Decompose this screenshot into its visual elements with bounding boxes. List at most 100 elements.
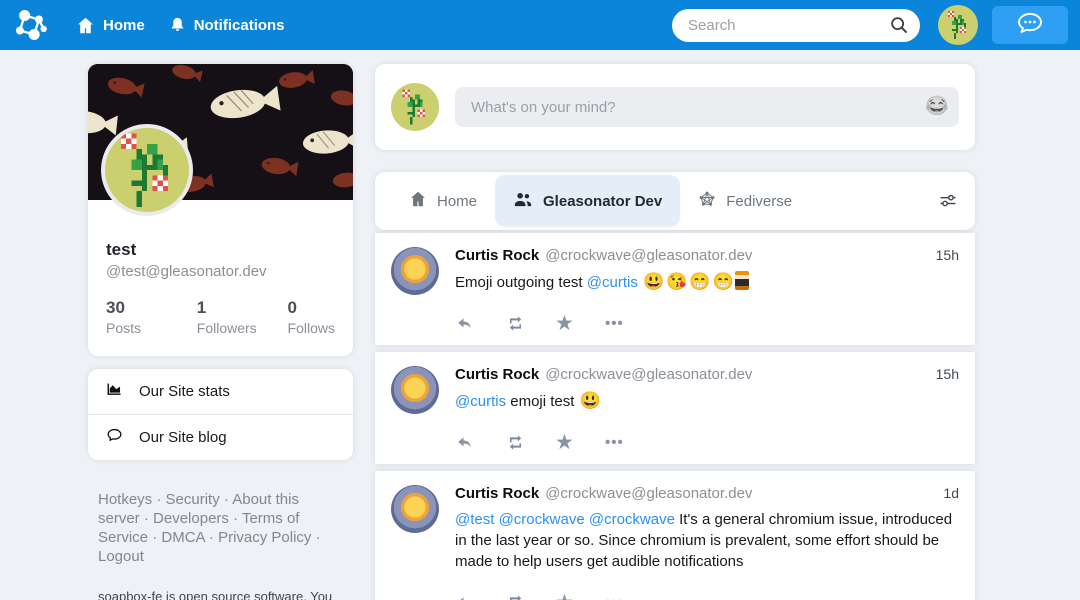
post-text: emoji test	[506, 393, 579, 410]
sidebar-item-label: Our Site stats	[139, 383, 230, 400]
footer-link[interactable]: Logout	[98, 548, 144, 565]
sidebar-item-label: Our Site blog	[139, 429, 227, 446]
nav-notifications[interactable]: Notifications	[169, 16, 285, 34]
star-icon[interactable]: ★	[555, 594, 605, 600]
stat-follows[interactable]: 0 Follows	[288, 298, 335, 336]
post[interactable]: Curtis Rock @crockwave@gleasonator.dev 1…	[375, 352, 975, 464]
mention-link[interactable]: @curtis	[455, 393, 506, 410]
chat-button[interactable]	[992, 6, 1068, 44]
post-author-handle[interactable]: @crockwave@gleasonator.dev	[545, 247, 921, 264]
post-author[interactable]: Curtis Rock	[455, 485, 539, 502]
post-actions: ★ •••	[455, 433, 959, 452]
profile-card[interactable]: test @test@gleasonator.dev 30 Posts 1 Fo…	[88, 64, 353, 356]
reply-icon[interactable]	[455, 315, 505, 333]
timeline: Curtis Rock @crockwave@gleasonator.dev 1…	[375, 233, 975, 600]
tab-fediverse[interactable]: Fediverse	[680, 175, 810, 227]
star-icon[interactable]: ★	[555, 434, 605, 452]
tab-label: Gleasonator Dev	[543, 193, 662, 210]
post-content: @test @crockwave @crockwave It's a gener…	[455, 509, 959, 572]
post-content: Emoji outgoing test @curtis 😃😘😁😁	[455, 271, 959, 293]
site-blog-icon	[105, 426, 124, 449]
tab-home[interactable]: Home	[391, 176, 495, 226]
emoji: 😃	[643, 272, 664, 291]
post-timestamp[interactable]: 15h	[936, 247, 959, 263]
compose-avatar[interactable]	[391, 83, 439, 131]
emoji: 😁	[689, 272, 710, 291]
emoji-picker-button[interactable]: 😂	[925, 95, 949, 119]
fediverse-icon	[698, 190, 716, 212]
post-author-handle[interactable]: @crockwave@gleasonator.dev	[545, 485, 929, 502]
mention-link[interactable]: @crockwave	[589, 511, 675, 528]
search-input[interactable]	[672, 9, 920, 42]
post-actions: ★ •••	[455, 593, 959, 600]
main-column: 😂 Home Gleasonator Dev	[375, 64, 975, 600]
emoji: 😁	[713, 272, 734, 291]
nav-home-label: Home	[103, 17, 145, 34]
compose-input[interactable]	[455, 87, 959, 127]
opensource-note: soapbox-fe is open source software. You …	[88, 586, 344, 600]
sidebar: test @test@gleasonator.dev 30 Posts 1 Fo…	[88, 64, 353, 600]
reply-icon[interactable]	[455, 594, 505, 600]
timeline-settings-icon[interactable]	[937, 191, 959, 211]
ellipsis-icon[interactable]: •••	[605, 438, 655, 448]
search	[672, 9, 920, 42]
profile-handle: @test@gleasonator.dev	[106, 263, 335, 280]
profile-avatar[interactable]	[101, 124, 193, 216]
home-icon	[76, 17, 95, 34]
tab-gleasonator-dev[interactable]: Gleasonator Dev	[495, 175, 680, 227]
post-text	[638, 274, 642, 291]
footer-link[interactable]: Security	[166, 491, 220, 508]
post[interactable]: Curtis Rock @crockwave@gleasonator.dev 1…	[375, 233, 975, 345]
user-avatar[interactable]	[938, 5, 978, 45]
tab-label: Fediverse	[726, 193, 792, 210]
post-author[interactable]: Curtis Rock	[455, 247, 539, 264]
bell-icon	[169, 16, 186, 34]
post-actions: ★ •••	[455, 314, 959, 333]
stat-posts[interactable]: 30 Posts	[106, 298, 197, 336]
mention-link[interactable]: @curtis	[587, 274, 638, 291]
search-icon[interactable]	[888, 14, 910, 41]
post-text: Emoji outgoing test	[455, 274, 587, 291]
mention-link[interactable]: @crockwave	[499, 511, 585, 528]
sidebar-item-site-stats[interactable]: Our Site stats	[88, 369, 353, 414]
post-content: @curtis emoji test 😃	[455, 390, 959, 412]
site-stats-icon	[105, 380, 124, 403]
emoji: 😃	[580, 391, 601, 410]
star-icon[interactable]: ★	[555, 315, 605, 333]
footer-link[interactable]: DMCA	[161, 529, 204, 546]
sidebar-menu: Our Site stats Our Site blog	[88, 369, 353, 460]
post-author[interactable]: Curtis Rock	[455, 366, 539, 383]
post-timestamp[interactable]: 15h	[936, 366, 959, 382]
post[interactable]: Curtis Rock @crockwave@gleasonator.dev 1…	[375, 471, 975, 600]
post-author-avatar[interactable]	[391, 366, 439, 414]
nav-home[interactable]: Home	[76, 17, 145, 34]
profile-display-name: test	[106, 240, 335, 260]
repost-icon[interactable]	[505, 433, 555, 452]
post-author-avatar[interactable]	[391, 247, 439, 295]
repost-icon[interactable]	[505, 314, 555, 333]
timeline-tabs: Home Gleasonator Dev	[375, 172, 975, 230]
group-icon	[513, 190, 533, 212]
nav-notifications-label: Notifications	[194, 17, 285, 34]
post-author-avatar[interactable]	[391, 485, 439, 533]
footer-link[interactable]: Privacy Policy	[218, 529, 311, 546]
ellipsis-icon[interactable]: •••	[605, 319, 655, 329]
footer-link[interactable]: Developers	[153, 510, 229, 527]
post-author-handle[interactable]: @crockwave@gleasonator.dev	[545, 366, 921, 383]
mention-link[interactable]: @test	[455, 511, 494, 528]
post-timestamp[interactable]: 1d	[943, 485, 959, 501]
chat-bubble-icon	[1015, 11, 1045, 40]
home-icon	[409, 191, 427, 211]
footer-link[interactable]: Hotkeys	[98, 491, 152, 508]
tab-label: Home	[437, 193, 477, 210]
repost-icon[interactable]	[505, 593, 555, 600]
footer-links: Hotkeys · Security · About this server ·…	[88, 490, 340, 566]
app-logo-icon[interactable]	[10, 4, 52, 46]
compose-card: 😂	[375, 64, 975, 150]
page-layout: test @test@gleasonator.dev 30 Posts 1 Fo…	[0, 50, 1080, 600]
reply-icon[interactable]	[455, 434, 505, 452]
stat-followers[interactable]: 1 Followers	[197, 298, 288, 336]
sidebar-item-site-blog[interactable]: Our Site blog	[88, 414, 353, 460]
opensource-text: soapbox-fe is open source software. You …	[98, 589, 332, 600]
emoji: 😘	[666, 272, 687, 291]
